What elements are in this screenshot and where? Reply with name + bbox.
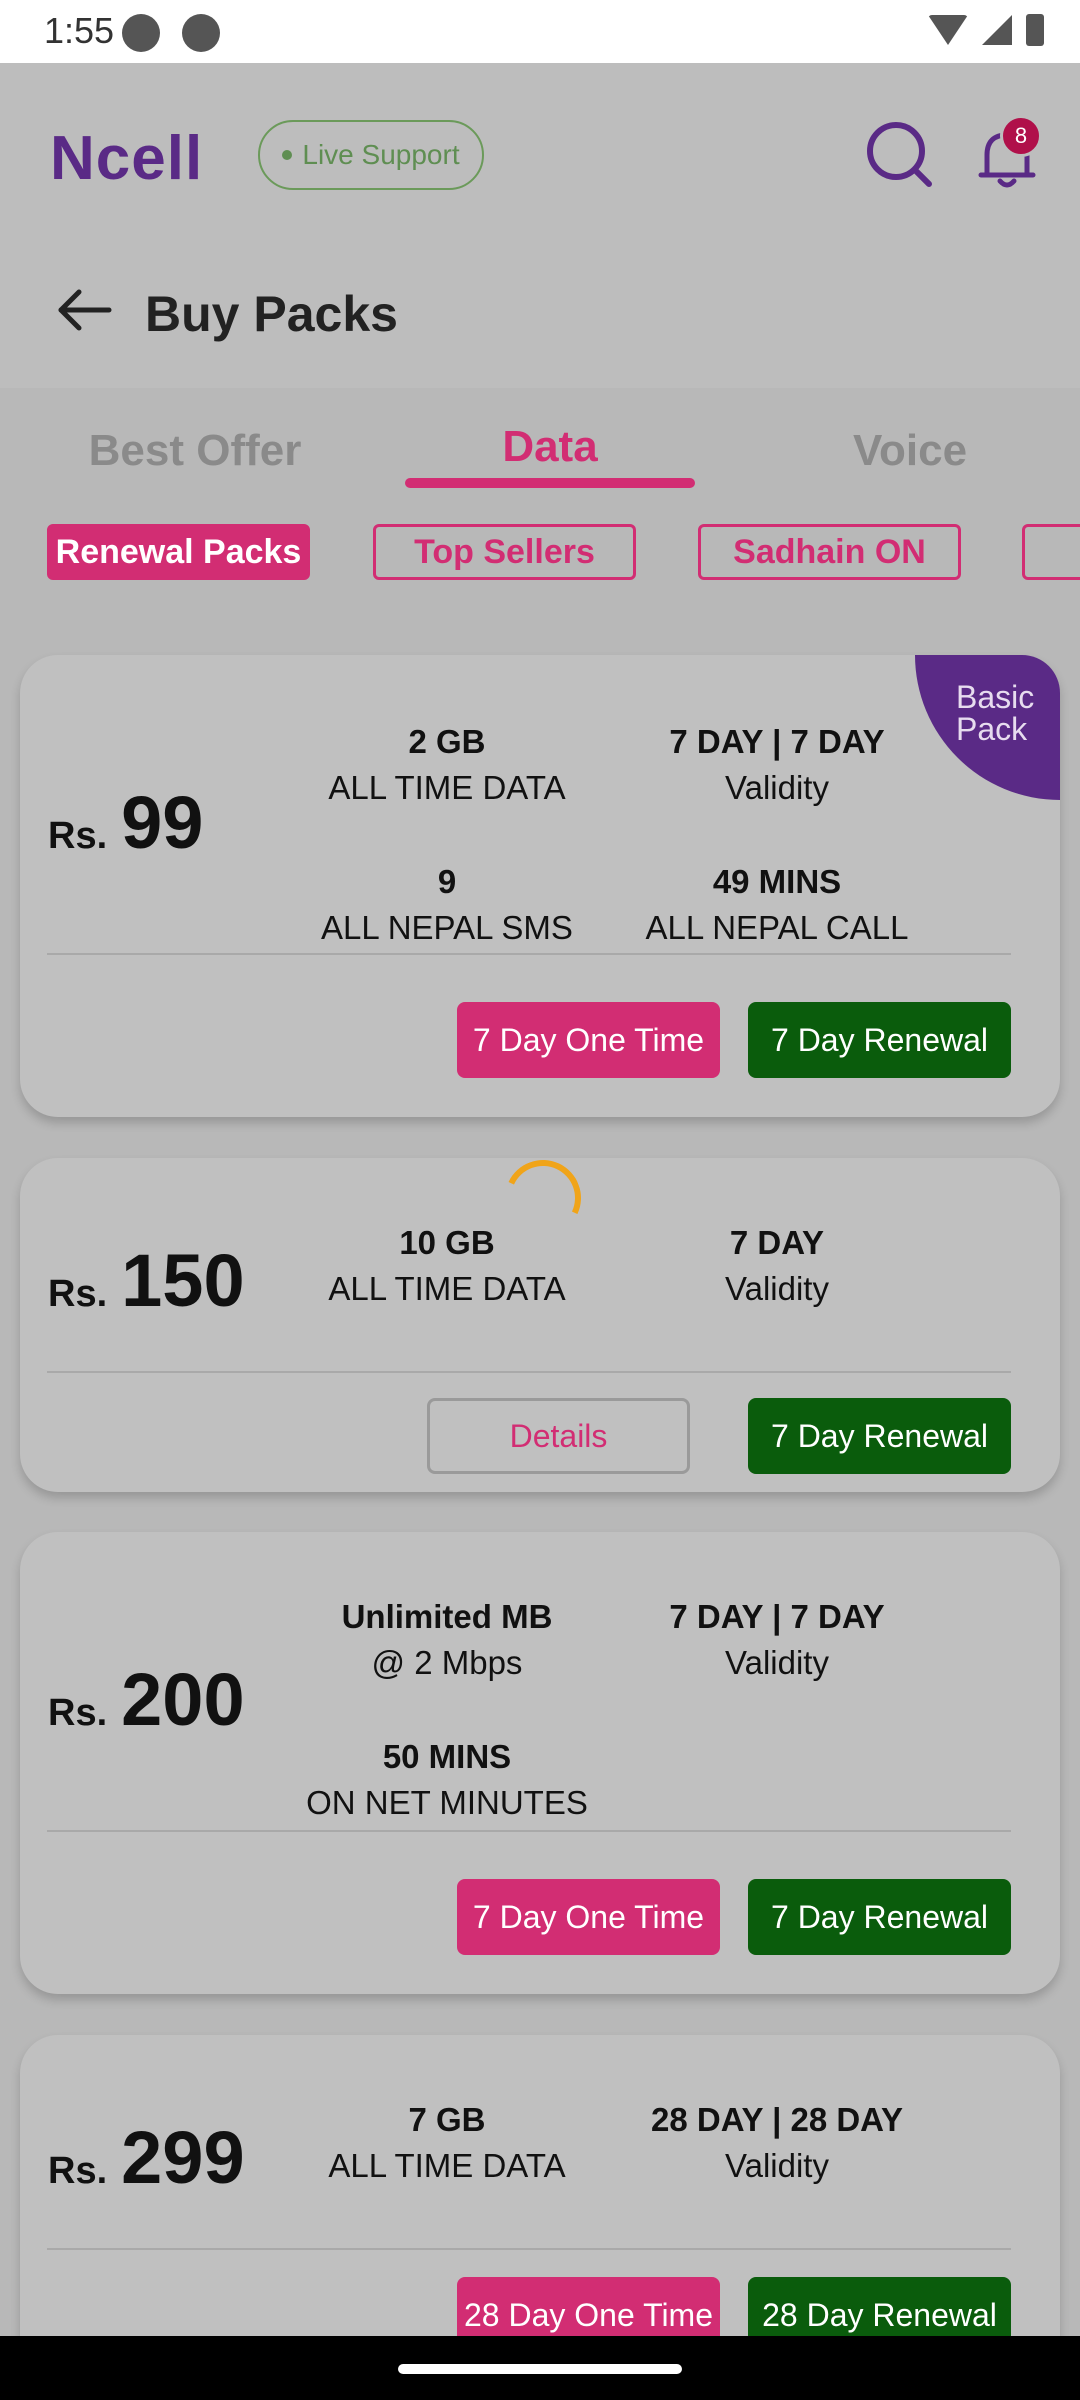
ncell-logo: Ncell	[50, 124, 204, 193]
feature-value: 7 GB	[408, 2101, 486, 2138]
feature-call: 49 MINS ALL NEPAL CALL	[627, 863, 927, 947]
tab-data[interactable]: Data	[405, 422, 695, 472]
pack-price: Rs. 299	[48, 2115, 245, 2200]
signal-icon	[982, 15, 1012, 45]
wifi-icon	[928, 15, 968, 45]
active-tab-indicator	[405, 478, 695, 488]
chip-renewal-packs[interactable]: Renewal Packs	[47, 524, 310, 580]
renewal-button[interactable]: 7 Day Renewal	[748, 1398, 1011, 1474]
basic-pack-label: Basic Pack	[956, 679, 1035, 747]
feature-label: @ 2 Mbps	[371, 1644, 523, 1681]
price-value: 200	[121, 1658, 245, 1741]
price-value: 150	[121, 1239, 245, 1322]
page-title: Buy Packs	[145, 286, 398, 342]
card-divider	[47, 2248, 1011, 2250]
search-icon[interactable]	[865, 120, 935, 190]
card-divider	[47, 1371, 1011, 1373]
home-gesture-handle[interactable]	[398, 2364, 682, 2374]
feature-label: Validity	[725, 2147, 829, 2184]
currency-label: Rs.	[48, 815, 108, 857]
renewal-button[interactable]: 7 Day Renewal	[748, 1879, 1011, 1955]
live-dot-icon	[282, 150, 293, 160]
renewal-button[interactable]: 7 Day Renewal	[748, 1002, 1011, 1078]
feature-label: ALL NEPAL CALL	[645, 909, 909, 946]
feature-data: 2 GB ALL TIME DATA	[297, 723, 597, 807]
feature-validity: 7 DAY | 7 DAY Validity	[627, 723, 927, 807]
pack-card: Rs. 200 Unlimited MB @ 2 Mbps 7 DAY | 7 …	[20, 1532, 1060, 1994]
one-time-button[interactable]: 7 Day One Time	[457, 1879, 720, 1955]
pack-card: Basic Pack Rs. 99 2 GB ALL TIME DATA 7 D…	[20, 655, 1060, 1117]
feature-validity: 7 DAY Validity	[627, 1224, 927, 1308]
feature-value: 2 GB	[408, 723, 486, 760]
feature-value: 50 MINS	[382, 1738, 512, 1775]
feature-label: ALL TIME DATA	[328, 769, 566, 806]
feature-label: ALL TIME DATA	[328, 1270, 566, 1307]
details-button[interactable]: Details	[427, 1398, 690, 1474]
feature-value: 28 DAY | 28 DAY	[650, 2101, 903, 2138]
dot-icon	[182, 14, 220, 52]
category-tabs: Best Offer Data Voice	[0, 388, 1080, 498]
basic-pack-badge: Basic Pack	[915, 655, 1060, 800]
one-time-button[interactable]: 7 Day One Time	[457, 1002, 720, 1078]
card-divider	[47, 953, 1011, 955]
feature-value: 9	[437, 863, 457, 900]
app-header: Ncell Live Support 8 Buy Packs	[0, 63, 1080, 388]
feature-data: 10 GB ALL TIME DATA	[297, 1224, 597, 1308]
feature-data: Unlimited MB @ 2 Mbps	[297, 1598, 597, 1682]
chip-more[interactable]	[1022, 524, 1080, 580]
filter-chips: Renewal Packs Top Sellers Sadhain ON	[0, 520, 1080, 585]
status-time: 1:55	[44, 10, 115, 51]
feature-validity: 28 DAY | 28 DAY Validity	[627, 2101, 927, 2185]
pack-price: Rs. 99	[48, 780, 203, 865]
card-divider	[47, 1830, 1011, 1832]
chip-sadhain-on[interactable]: Sadhain ON	[698, 524, 961, 580]
feature-value: Unlimited MB	[341, 1598, 553, 1635]
currency-label: Rs.	[48, 1692, 108, 1734]
notification-badge: 8	[1000, 115, 1042, 157]
price-value: 299	[121, 2116, 245, 2199]
feature-validity: 7 DAY | 7 DAY Validity	[627, 1598, 927, 1682]
tab-voice[interactable]: Voice	[760, 426, 1060, 476]
feature-label: ALL NEPAL SMS	[321, 909, 573, 946]
tab-best-offer[interactable]: Best Offer	[40, 426, 350, 476]
status-icons	[928, 14, 1044, 46]
feature-minutes: 50 MINS ON NET MINUTES	[297, 1738, 597, 1822]
feature-sms: 9 ALL NEPAL SMS	[297, 863, 597, 947]
feature-value: 7 DAY | 7 DAY	[669, 1598, 885, 1635]
feature-label: Validity	[725, 1270, 829, 1307]
battery-icon	[1026, 14, 1044, 46]
pack-price: Rs. 200	[48, 1657, 245, 1742]
feature-label: ON NET MINUTES	[306, 1784, 588, 1821]
currency-label: Rs.	[48, 1273, 108, 1315]
sync-icon	[122, 14, 160, 52]
pack-price: Rs. 150	[48, 1238, 245, 1323]
price-value: 99	[121, 781, 204, 864]
live-support-label: Live Support	[302, 139, 460, 170]
feature-data: 7 GB ALL TIME DATA	[297, 2101, 597, 2185]
back-arrow-icon[interactable]	[55, 285, 115, 335]
feature-label: ALL TIME DATA	[328, 2147, 566, 2184]
status-bar: 1:55	[0, 0, 1080, 63]
feature-label: Validity	[725, 1644, 829, 1681]
feature-value: 7 DAY | 7 DAY	[669, 723, 885, 760]
chip-top-sellers[interactable]: Top Sellers	[373, 524, 636, 580]
currency-label: Rs.	[48, 2150, 108, 2192]
feature-value: 7 DAY	[729, 1224, 825, 1261]
system-nav-bar	[0, 2336, 1080, 2400]
feature-value: 49 MINS	[712, 863, 842, 900]
feature-label: Validity	[725, 769, 829, 806]
live-support-button[interactable]: Live Support	[258, 120, 484, 190]
